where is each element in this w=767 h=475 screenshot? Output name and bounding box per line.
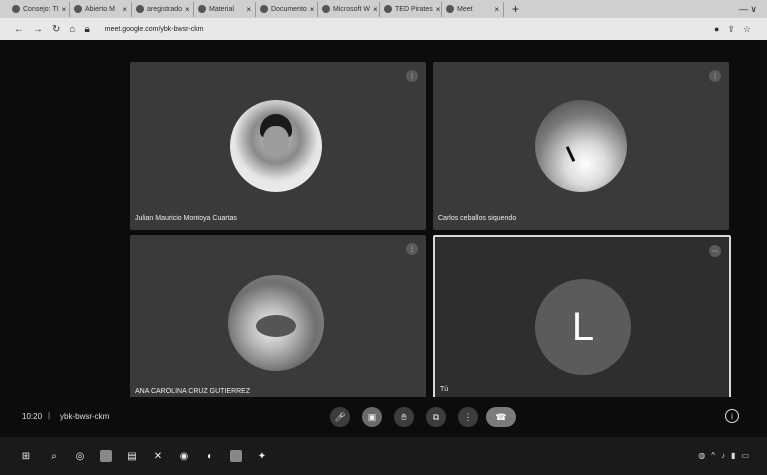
phone-hangup-icon: ☎︎ [495, 411, 507, 422]
network-icon[interactable]: ◍ [698, 451, 705, 460]
more-options-button[interactable]: ⋮ [458, 407, 478, 427]
volume-icon[interactable]: ♪ [721, 451, 725, 460]
present-screen-icon: ⧉ [432, 411, 440, 422]
meeting-controls-bar: 10:20 | ybk-bwsr-ckm 🎤︎ ▣ ✋︎ ⧉ ⋮ ☎︎ i [0, 397, 767, 437]
camera-permission-icon[interactable]: ● [714, 24, 719, 35]
close-tab-icon[interactable]: × [62, 5, 67, 14]
share-icon[interactable]: ⇪ [727, 24, 735, 35]
system-tray: ◍ ^ ♪ ▮ ▭ [698, 451, 749, 460]
browser-tab-active[interactable]: Meet × [442, 1, 504, 17]
favicon-icon [260, 5, 268, 13]
meeting-code: ybk-bwsr-ckm [60, 412, 110, 421]
self-avatar: L [535, 279, 631, 375]
microphone-button[interactable]: 🎤︎ [330, 407, 350, 427]
close-tab-icon[interactable]: × [185, 5, 190, 14]
search-icon[interactable]: ⌕ [48, 450, 60, 462]
new-tab-button[interactable]: + [504, 2, 527, 16]
browser-tab[interactable]: aregistrado × [132, 1, 194, 17]
browser-tab[interactable]: TED Pirates × [380, 1, 442, 17]
participant-name: Carlos ceballos siquendo [438, 215, 517, 222]
divider: | [48, 411, 51, 420]
browser-tab[interactable]: Abierto M × [70, 1, 132, 17]
store-icon[interactable]: ▤ [126, 450, 138, 462]
participant-name: ANA CAROLINA CRUZ GUTIERREZ [135, 388, 251, 395]
browser-tab[interactable]: Microsoft W × [318, 1, 380, 17]
windows-start-icon[interactable]: ⊞ [20, 450, 32, 462]
back-icon[interactable]: ← [14, 24, 24, 35]
participant-tile[interactable]: ⋮ Julian Mauricio Montoya Cuartas [130, 62, 426, 230]
app-icon[interactable]: ◐ [204, 450, 216, 462]
camera-off-icon: ▣ [367, 411, 377, 422]
close-tab-icon[interactable]: × [246, 5, 251, 14]
microphone-icon: 🎤︎ [334, 411, 346, 422]
file-explorer-icon[interactable] [100, 450, 112, 462]
url-field[interactable]: meet.google.com/ybk-bwsr-ckm [105, 26, 204, 33]
more-options-icon[interactable]: ⋮ [709, 70, 721, 82]
battery-icon[interactable]: ▮ [731, 451, 735, 460]
close-tab-icon[interactable]: × [494, 5, 499, 14]
camera-button[interactable]: ▣ [362, 407, 382, 427]
more-options-icon[interactable]: ⋮ [406, 70, 418, 82]
more-options-icon[interactable]: ⋯ [709, 245, 721, 257]
favicon-icon [136, 5, 144, 13]
favicon-icon [198, 5, 206, 13]
browser-tab[interactable]: Material × [194, 1, 256, 17]
close-tab-icon[interactable]: × [373, 5, 378, 14]
reload-icon[interactable]: ↻ [52, 24, 60, 35]
participant-tile[interactable]: ⋮ Carlos ceballos siquendo [433, 62, 729, 230]
forward-icon[interactable]: → [33, 24, 43, 35]
close-tab-icon[interactable]: × [122, 5, 127, 14]
present-button[interactable]: ⧉ [426, 407, 446, 427]
lock-icon: 🔒︎ [84, 23, 90, 35]
leave-call-button[interactable]: ☎︎ [486, 407, 516, 427]
chevron-up-icon[interactable]: ^ [711, 451, 715, 460]
self-tile[interactable]: L ⋯ Tú [433, 235, 731, 403]
more-vert-icon: ⋮ [463, 411, 473, 422]
participant-avatar [535, 100, 627, 192]
os-taskbar: ⊞ ⌕ ◎ ▤ ✕ ◉ ◐ ✦ ◍ ^ ♪ ▮ ▭ [0, 437, 767, 475]
meet-grid: ⋮ Julian Mauricio Montoya Cuartas ⋮ Carl… [0, 40, 767, 437]
home-icon[interactable]: ⌂ [69, 24, 75, 35]
meet-favicon-icon [446, 5, 454, 13]
close-tab-icon[interactable]: × [310, 5, 315, 14]
participant-name: Tú [440, 386, 449, 393]
favicon-icon [322, 5, 330, 13]
meeting-info-icon[interactable]: i [725, 409, 739, 423]
participant-name: Julian Mauricio Montoya Cuartas [135, 215, 237, 222]
browser-tab[interactable]: Documento × [256, 1, 318, 17]
chrome-icon[interactable]: ◉ [178, 450, 190, 462]
participant-avatar [230, 100, 322, 192]
excel-icon[interactable]: ✕ [152, 450, 164, 462]
active-app-icon[interactable] [230, 450, 242, 462]
window-controls[interactable]: — ∨ [739, 4, 767, 15]
participant-tile[interactable]: ⋮ ANA CAROLINA CRUZ GUTIERREZ [130, 235, 426, 403]
address-bar: ← → ↻ ⌂ 🔒︎ meet.google.com/ybk-bwsr-ckm … [0, 18, 767, 40]
notification-icon[interactable]: ▭ [741, 451, 749, 460]
bookmark-star-icon[interactable]: ☆ [743, 24, 751, 35]
meeting-time: 10:20 [22, 412, 43, 421]
favicon-icon [74, 5, 82, 13]
more-options-icon[interactable]: ⋮ [406, 243, 418, 255]
pinned-app-icon[interactable]: ✦ [256, 450, 268, 462]
task-view-icon[interactable]: ◎ [74, 450, 86, 462]
raise-hand-button[interactable]: ✋︎ [394, 407, 414, 427]
favicon-icon [384, 5, 392, 13]
close-tab-icon[interactable]: × [436, 5, 441, 14]
participant-avatar [228, 275, 324, 371]
browser-tab-strip: Consejo: TI × Abierto M × aregistrado × Mat… [0, 0, 767, 18]
favicon-icon [12, 5, 20, 13]
hand-icon: ✋︎ [401, 411, 407, 422]
browser-tab[interactable]: Consejo: TI × [8, 1, 70, 17]
